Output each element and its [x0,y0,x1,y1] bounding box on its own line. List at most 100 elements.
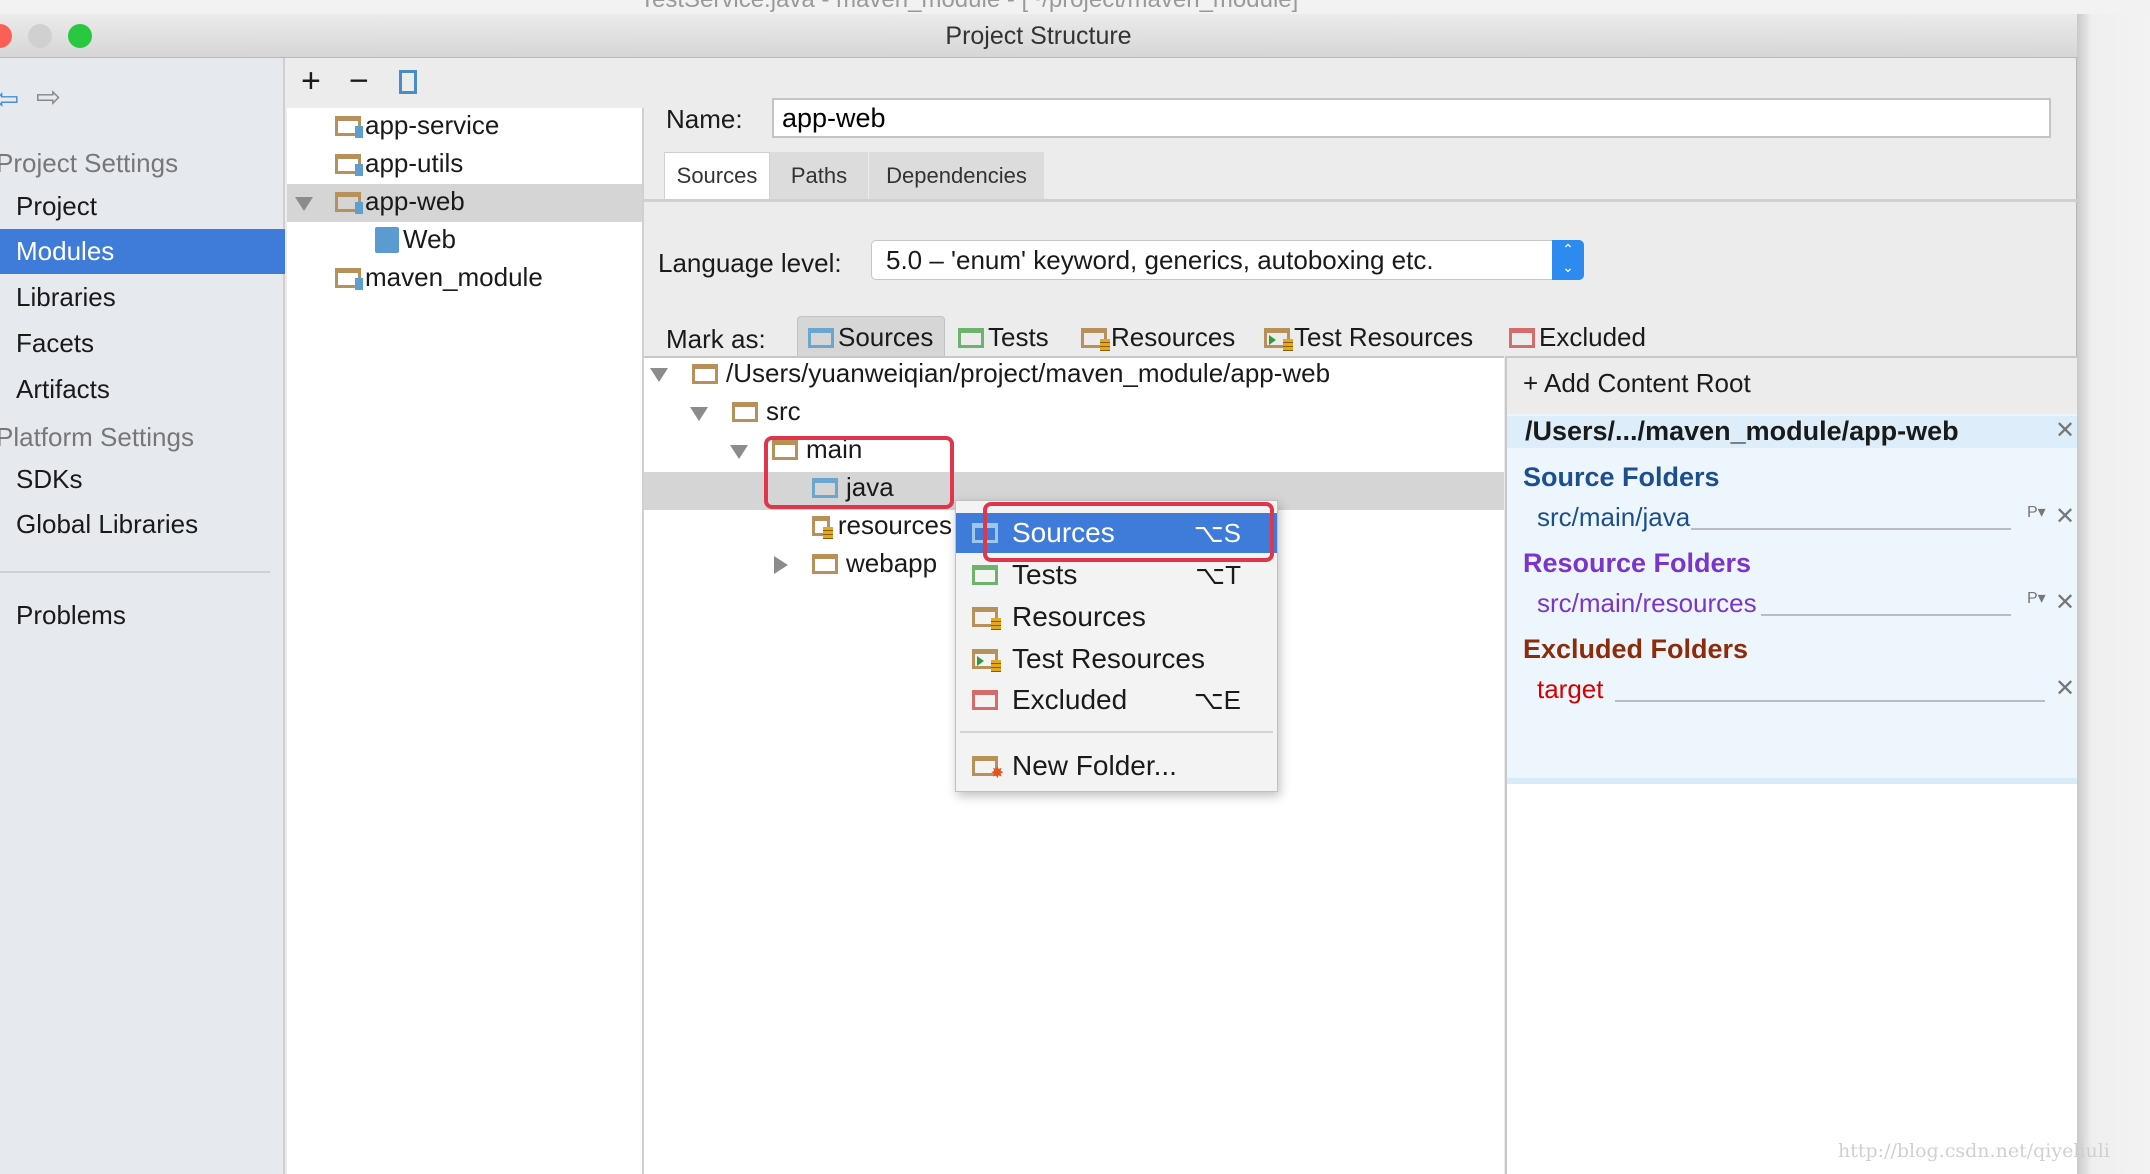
excluded-folders-header: Excluded Folders [1523,634,1749,664]
resource-folder-path[interactable]: src/main/resources [1537,588,1757,619]
add-content-root-button[interactable]: + Add Content Root [1523,368,1751,399]
sidebar-item-problems[interactable]: Problems [16,600,126,631]
mark-as-resources-button[interactable]: Resources [1081,322,1235,353]
expand-icon[interactable] [774,556,788,574]
module-app-utils[interactable]: app-utils [335,148,463,179]
expand-app-web-icon[interactable] [295,197,313,211]
menu-item-resources[interactable]: Resources [956,597,1277,637]
watermark: http://blog.csdn.net/qiyeliuli [1838,1140,2110,1162]
mark-label: Tests [988,322,1049,352]
menu-item-excluded[interactable]: Excluded ⌥E [956,680,1277,720]
menu-separator [960,731,1273,733]
module-app-web[interactable]: app-web [335,186,465,217]
mark-as-sources-button[interactable]: Sources [808,322,933,353]
node-label: src [766,396,801,426]
module-folder-icon [335,191,363,214]
sidebar-item-artifacts[interactable]: Artifacts [16,374,110,405]
sidebar-item-facets[interactable]: Facets [16,328,94,359]
folder-icon [692,363,718,384]
tab-paths[interactable]: Paths [770,152,868,199]
add-module-button[interactable]: + [301,62,321,101]
copy-module-icon[interactable] [399,70,417,94]
remove-resource-folder-icon[interactable]: ✕ [2055,588,2075,617]
module-folder-icon [335,153,363,176]
menu-label: Test Resources [1012,643,1205,674]
module-maven-module[interactable]: maven_module [335,262,543,293]
platform-settings-header: Platform Settings [0,422,194,452]
source-folder-path[interactable]: src/main/java [1537,502,1690,533]
project-settings-header: Project Settings [0,148,179,178]
module-app-service[interactable]: app-service [335,110,499,141]
mark-as-label: Mark as: [666,324,766,354]
excluded-folder-path[interactable]: target [1537,674,1604,705]
package-prefix-icon[interactable]: P▾ [2027,588,2046,608]
sidebar-item-global-libraries[interactable]: Global Libraries [16,509,198,540]
background-window-titlebar: TestService.java - maven_module - [~/pro… [0,0,2150,14]
excluded-folder-icon [972,690,998,710]
menu-shortcut: ⌥T [1195,559,1241,590]
excluded-folder-icon [1509,327,1535,348]
node-label: webapp [846,548,938,578]
card-bottom [1507,778,2077,784]
language-level-select[interactable]: 5.0 – 'enum' keyword, generics, autoboxi… [871,240,1584,280]
menu-label: Excluded [1012,684,1128,715]
module-list: + − app-service app-utils app-web Web ma… [287,58,644,1174]
folder-icon [732,401,758,422]
remove-content-root-icon[interactable]: ✕ [2055,416,2075,445]
tree-node-resources[interactable]: resources [812,510,952,541]
mark-as-test-resources-button[interactable]: Test Resources [1264,322,1473,353]
tab-dependencies[interactable]: Dependencies [869,152,1044,199]
menu-item-test-resources[interactable]: Test Resources [956,639,1277,679]
background-editor [2077,14,2150,1174]
tests-folder-icon [958,327,984,348]
tab-divider [644,199,2077,202]
tab-sources[interactable]: Sources [664,152,770,199]
forward-arrow-icon[interactable]: ⇨ [36,80,61,115]
facet-web[interactable]: Web [375,224,456,255]
remove-excluded-folder-icon[interactable]: ✕ [2055,674,2075,703]
content-root-panel: + Add Content Root /Users/.../maven_modu… [1505,356,2077,1174]
resources-folder-icon [1081,327,1110,351]
tree-node-root[interactable]: /Users/yuanweiqian/project/maven_module/… [692,358,1330,389]
package-prefix-icon[interactable]: P▾ [2027,502,2046,522]
resources-folder-icon [812,515,833,539]
underline [1691,528,2011,530]
sidebar-item-project[interactable]: Project [16,191,97,222]
mark-as-tests-button[interactable]: Tests [958,322,1049,353]
resource-folders-header: Resource Folders [1523,548,1752,578]
highlight-annotation-box [983,502,1274,562]
mark-as-excluded-button[interactable]: Excluded [1509,322,1646,353]
mark-label: Resources [1111,322,1236,352]
menu-item-new-folder[interactable]: New Folder... [956,746,1277,786]
module-name-input[interactable] [772,98,2051,138]
sidebar-item-sdks[interactable]: SDKs [16,464,82,495]
select-arrows-icon: ⌃ ⌄ [1552,240,1584,280]
sidebar-item-libraries[interactable]: Libraries [16,282,116,313]
collapse-icon[interactable] [730,445,748,459]
collapse-icon[interactable] [690,407,708,421]
menu-label: Tests [1012,559,1078,590]
module-detail: Name: Sources Paths Dependencies Languag… [644,58,2077,1174]
mark-label: Excluded [1539,322,1646,352]
remove-module-button[interactable]: − [349,62,369,101]
tree-node-webapp[interactable]: webapp [812,548,937,579]
highlight-annotation-box [764,436,954,509]
menu-label: New Folder... [1012,750,1177,781]
add-content-root-label: Add Content Root [1543,368,1751,398]
sidebar-divider [0,571,270,573]
back-arrow-icon[interactable]: ⇦ [0,82,19,117]
module-label: maven_module [365,262,543,292]
resources-folder-icon [972,607,1001,630]
plus-icon: + [1523,368,1544,398]
module-label: app-web [365,186,465,216]
menu-label: Resources [1012,601,1146,632]
underline [1761,614,2011,616]
sidebar-item-modules[interactable]: Modules [16,236,114,267]
tests-folder-icon [972,565,998,585]
sidebar: ⇦ ⇨ Project Settings Project Modules Lib… [0,58,285,1174]
sources-folder-icon [808,327,834,348]
remove-source-folder-icon[interactable]: ✕ [2055,502,2075,531]
collapse-icon[interactable] [650,368,668,382]
tree-node-src[interactable]: src [732,396,801,427]
underline [1615,700,2045,702]
